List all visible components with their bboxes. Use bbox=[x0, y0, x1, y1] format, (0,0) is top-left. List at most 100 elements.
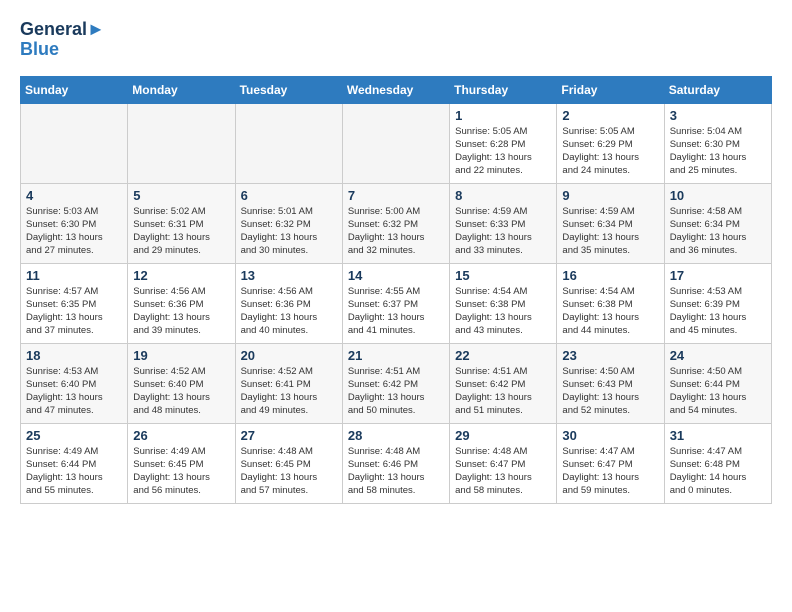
day-info: Sunrise: 4:53 AM Sunset: 6:39 PM Dayligh… bbox=[670, 285, 766, 338]
calendar-cell: 2 Sunrise: 5:05 AM Sunset: 6:29 PM Daylig… bbox=[557, 103, 664, 183]
calendar-cell: 3 Sunrise: 5:04 AM Sunset: 6:30 PM Daylig… bbox=[664, 103, 771, 183]
calendar-cell: 29 Sunrise: 4:48 AM Sunset: 6:47 PM Dayli… bbox=[450, 423, 557, 503]
day-info: Sunrise: 5:03 AM Sunset: 6:30 PM Dayligh… bbox=[26, 205, 122, 258]
day-info: Sunrise: 5:02 AM Sunset: 6:31 PM Dayligh… bbox=[133, 205, 229, 258]
day-number: 2 bbox=[562, 108, 658, 123]
day-number: 31 bbox=[670, 428, 766, 443]
day-info: Sunrise: 5:01 AM Sunset: 6:32 PM Dayligh… bbox=[241, 205, 337, 258]
day-info: Sunrise: 4:57 AM Sunset: 6:35 PM Dayligh… bbox=[26, 285, 122, 338]
day-number: 17 bbox=[670, 268, 766, 283]
day-info: Sunrise: 4:52 AM Sunset: 6:40 PM Dayligh… bbox=[133, 365, 229, 418]
col-header-wednesday: Wednesday bbox=[342, 76, 449, 103]
day-number: 5 bbox=[133, 188, 229, 203]
day-number: 30 bbox=[562, 428, 658, 443]
col-header-sunday: Sunday bbox=[21, 76, 128, 103]
calendar-cell: 23Sunrise: 4:50 AM Sunset: 6:43 PM Dayli… bbox=[557, 343, 664, 423]
calendar-cell: 6 Sunrise: 5:01 AM Sunset: 6:32 PM Daylig… bbox=[235, 183, 342, 263]
day-number: 10 bbox=[670, 188, 766, 203]
calendar-cell: 8Sunrise: 4:59 AM Sunset: 6:33 PM Daylig… bbox=[450, 183, 557, 263]
calendar-cell: 30 Sunrise: 4:47 AM Sunset: 6:47 PM Dayli… bbox=[557, 423, 664, 503]
col-header-monday: Monday bbox=[128, 76, 235, 103]
calendar-cell: 13Sunrise: 4:56 AM Sunset: 6:36 PM Dayli… bbox=[235, 263, 342, 343]
calendar-cell: 5 Sunrise: 5:02 AM Sunset: 6:31 PM Daylig… bbox=[128, 183, 235, 263]
day-info: Sunrise: 4:48 AM Sunset: 6:45 PM Dayligh… bbox=[241, 445, 337, 498]
day-number: 23 bbox=[562, 348, 658, 363]
logo-blue: Blue bbox=[20, 40, 105, 60]
day-number: 20 bbox=[241, 348, 337, 363]
day-number: 8 bbox=[455, 188, 551, 203]
day-number: 7 bbox=[348, 188, 444, 203]
day-info: Sunrise: 4:50 AM Sunset: 6:44 PM Dayligh… bbox=[670, 365, 766, 418]
week-row-5: 25Sunrise: 4:49 AM Sunset: 6:44 PM Dayli… bbox=[21, 423, 772, 503]
day-number: 22 bbox=[455, 348, 551, 363]
calendar-cell: 9 Sunrise: 4:59 AM Sunset: 6:34 PM Daylig… bbox=[557, 183, 664, 263]
day-number: 16 bbox=[562, 268, 658, 283]
day-number: 26 bbox=[133, 428, 229, 443]
day-info: Sunrise: 4:51 AM Sunset: 6:42 PM Dayligh… bbox=[455, 365, 551, 418]
day-info: Sunrise: 5:04 AM Sunset: 6:30 PM Dayligh… bbox=[670, 125, 766, 178]
day-number: 6 bbox=[241, 188, 337, 203]
calendar-cell: 7Sunrise: 5:00 AM Sunset: 6:32 PM Daylig… bbox=[342, 183, 449, 263]
day-number: 27 bbox=[241, 428, 337, 443]
day-info: Sunrise: 4:49 AM Sunset: 6:45 PM Dayligh… bbox=[133, 445, 229, 498]
day-number: 14 bbox=[348, 268, 444, 283]
calendar-cell: 10Sunrise: 4:58 AM Sunset: 6:34 PM Dayli… bbox=[664, 183, 771, 263]
day-number: 12 bbox=[133, 268, 229, 283]
day-info: Sunrise: 4:55 AM Sunset: 6:37 PM Dayligh… bbox=[348, 285, 444, 338]
day-number: 11 bbox=[26, 268, 122, 283]
calendar-cell: 4Sunrise: 5:03 AM Sunset: 6:30 PM Daylig… bbox=[21, 183, 128, 263]
day-info: Sunrise: 4:56 AM Sunset: 6:36 PM Dayligh… bbox=[133, 285, 229, 338]
day-number: 21 bbox=[348, 348, 444, 363]
day-number: 18 bbox=[26, 348, 122, 363]
day-number: 24 bbox=[670, 348, 766, 363]
day-info: Sunrise: 4:59 AM Sunset: 6:34 PM Dayligh… bbox=[562, 205, 658, 258]
calendar-cell bbox=[342, 103, 449, 183]
calendar-cell: 12 Sunrise: 4:56 AM Sunset: 6:36 PM Dayli… bbox=[128, 263, 235, 343]
week-row-4: 18Sunrise: 4:53 AM Sunset: 6:40 PM Dayli… bbox=[21, 343, 772, 423]
calendar-cell: 25Sunrise: 4:49 AM Sunset: 6:44 PM Dayli… bbox=[21, 423, 128, 503]
day-number: 3 bbox=[670, 108, 766, 123]
logo: General► Blue bbox=[20, 20, 105, 60]
calendar-cell: 20 Sunrise: 4:52 AM Sunset: 6:41 PM Dayli… bbox=[235, 343, 342, 423]
week-row-1: 1Sunrise: 5:05 AM Sunset: 6:28 PM Daylig… bbox=[21, 103, 772, 183]
calendar-cell: 19 Sunrise: 4:52 AM Sunset: 6:40 PM Dayli… bbox=[128, 343, 235, 423]
col-header-tuesday: Tuesday bbox=[235, 76, 342, 103]
header-row: SundayMondayTuesdayWednesdayThursdayFrid… bbox=[21, 76, 772, 103]
day-info: Sunrise: 4:52 AM Sunset: 6:41 PM Dayligh… bbox=[241, 365, 337, 418]
calendar-table: SundayMondayTuesdayWednesdayThursdayFrid… bbox=[20, 76, 772, 504]
day-info: Sunrise: 4:48 AM Sunset: 6:47 PM Dayligh… bbox=[455, 445, 551, 498]
day-number: 28 bbox=[348, 428, 444, 443]
day-info: Sunrise: 4:47 AM Sunset: 6:47 PM Dayligh… bbox=[562, 445, 658, 498]
col-header-thursday: Thursday bbox=[450, 76, 557, 103]
col-header-saturday: Saturday bbox=[664, 76, 771, 103]
calendar-cell: 26 Sunrise: 4:49 AM Sunset: 6:45 PM Dayli… bbox=[128, 423, 235, 503]
calendar-cell: 11 Sunrise: 4:57 AM Sunset: 6:35 PM Dayli… bbox=[21, 263, 128, 343]
calendar-cell: 18Sunrise: 4:53 AM Sunset: 6:40 PM Dayli… bbox=[21, 343, 128, 423]
day-info: Sunrise: 4:49 AM Sunset: 6:44 PM Dayligh… bbox=[26, 445, 122, 498]
calendar-cell bbox=[235, 103, 342, 183]
col-header-friday: Friday bbox=[557, 76, 664, 103]
day-number: 15 bbox=[455, 268, 551, 283]
calendar-cell: 14 Sunrise: 4:55 AM Sunset: 6:37 PM Dayli… bbox=[342, 263, 449, 343]
day-number: 29 bbox=[455, 428, 551, 443]
day-info: Sunrise: 4:54 AM Sunset: 6:38 PM Dayligh… bbox=[562, 285, 658, 338]
page-header: General► Blue bbox=[20, 20, 772, 60]
day-info: Sunrise: 4:47 AM Sunset: 6:48 PM Dayligh… bbox=[670, 445, 766, 498]
logo-text: General► bbox=[20, 20, 105, 40]
day-number: 9 bbox=[562, 188, 658, 203]
calendar-cell: 21 Sunrise: 4:51 AM Sunset: 6:42 PM Dayli… bbox=[342, 343, 449, 423]
calendar-cell: 16 Sunrise: 4:54 AM Sunset: 6:38 PM Dayli… bbox=[557, 263, 664, 343]
calendar-cell: 15Sunrise: 4:54 AM Sunset: 6:38 PM Dayli… bbox=[450, 263, 557, 343]
week-row-2: 4Sunrise: 5:03 AM Sunset: 6:30 PM Daylig… bbox=[21, 183, 772, 263]
day-info: Sunrise: 4:51 AM Sunset: 6:42 PM Dayligh… bbox=[348, 365, 444, 418]
calendar-cell bbox=[21, 103, 128, 183]
day-info: Sunrise: 4:48 AM Sunset: 6:46 PM Dayligh… bbox=[348, 445, 444, 498]
day-number: 19 bbox=[133, 348, 229, 363]
calendar-cell: 22 Sunrise: 4:51 AM Sunset: 6:42 PM Dayli… bbox=[450, 343, 557, 423]
day-number: 13 bbox=[241, 268, 337, 283]
calendar-cell bbox=[128, 103, 235, 183]
day-info: Sunrise: 5:05 AM Sunset: 6:28 PM Dayligh… bbox=[455, 125, 551, 178]
day-info: Sunrise: 5:05 AM Sunset: 6:29 PM Dayligh… bbox=[562, 125, 658, 178]
calendar-cell: 24 Sunrise: 4:50 AM Sunset: 6:44 PM Dayli… bbox=[664, 343, 771, 423]
week-row-3: 11 Sunrise: 4:57 AM Sunset: 6:35 PM Dayli… bbox=[21, 263, 772, 343]
